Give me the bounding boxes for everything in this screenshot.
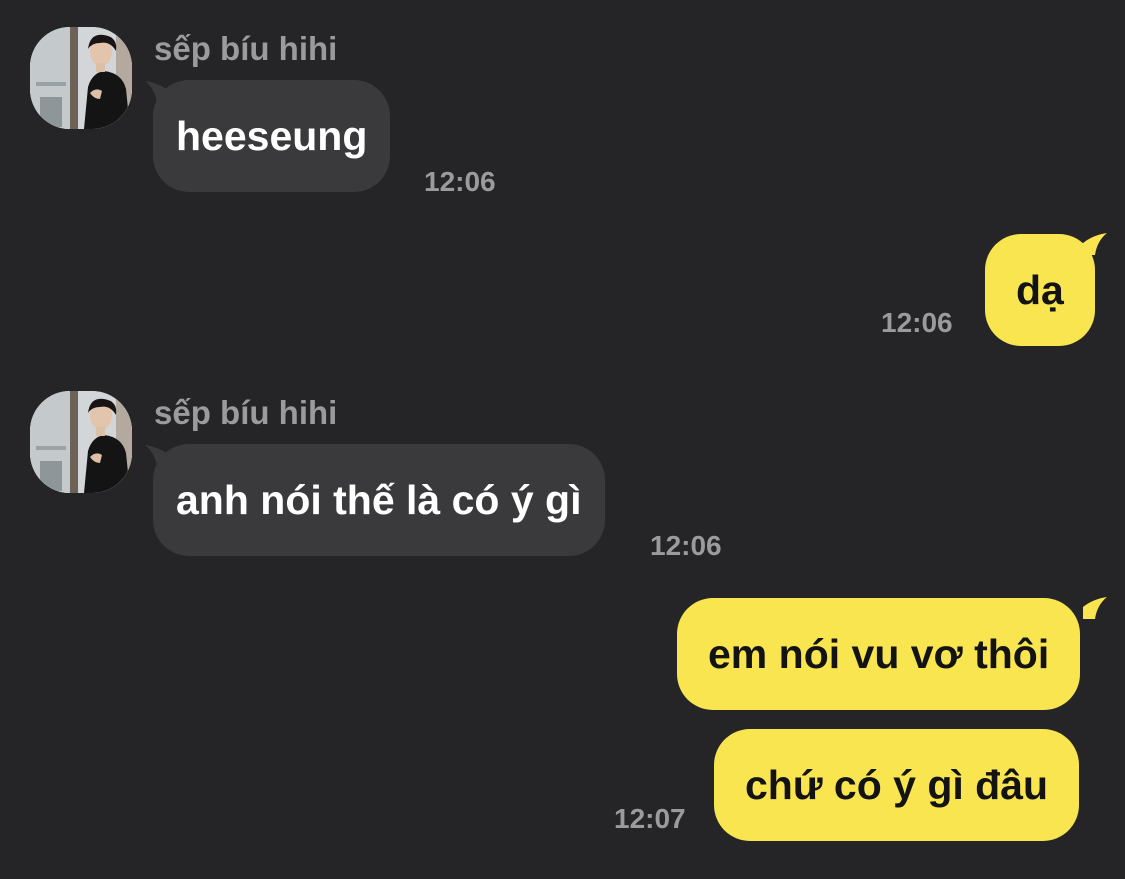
message-time: 12:07 xyxy=(614,803,686,834)
message-bubble-outgoing[interactable]: em nói vu vơ thôi xyxy=(677,598,1081,710)
message-time: 12:06 xyxy=(650,530,722,561)
sender-name: sếp bíu hihi xyxy=(154,30,338,67)
bubble-tail xyxy=(1083,597,1107,619)
message-text: em nói vu vơ thôi xyxy=(708,630,1050,677)
message-text: heeseung xyxy=(176,112,368,159)
sender-name: sếp bíu hihi xyxy=(154,394,338,431)
avatar[interactable] xyxy=(30,391,132,493)
message-time: 12:06 xyxy=(881,307,953,338)
message-bubble-incoming[interactable]: anh nói thế là có ý gì xyxy=(153,444,605,556)
message-bubble-outgoing[interactable]: chứ có ý gì đâu xyxy=(714,729,1080,841)
message-text: chứ có ý gì đâu xyxy=(745,761,1049,808)
message-text: dạ xyxy=(1016,266,1064,313)
message-text: anh nói thế là có ý gì xyxy=(176,476,582,523)
message-bubble-outgoing[interactable]: dạ xyxy=(985,234,1095,346)
message-time: 12:06 xyxy=(424,166,496,197)
message-bubble-incoming[interactable]: heeseung xyxy=(153,80,391,192)
avatar[interactable] xyxy=(30,27,132,129)
